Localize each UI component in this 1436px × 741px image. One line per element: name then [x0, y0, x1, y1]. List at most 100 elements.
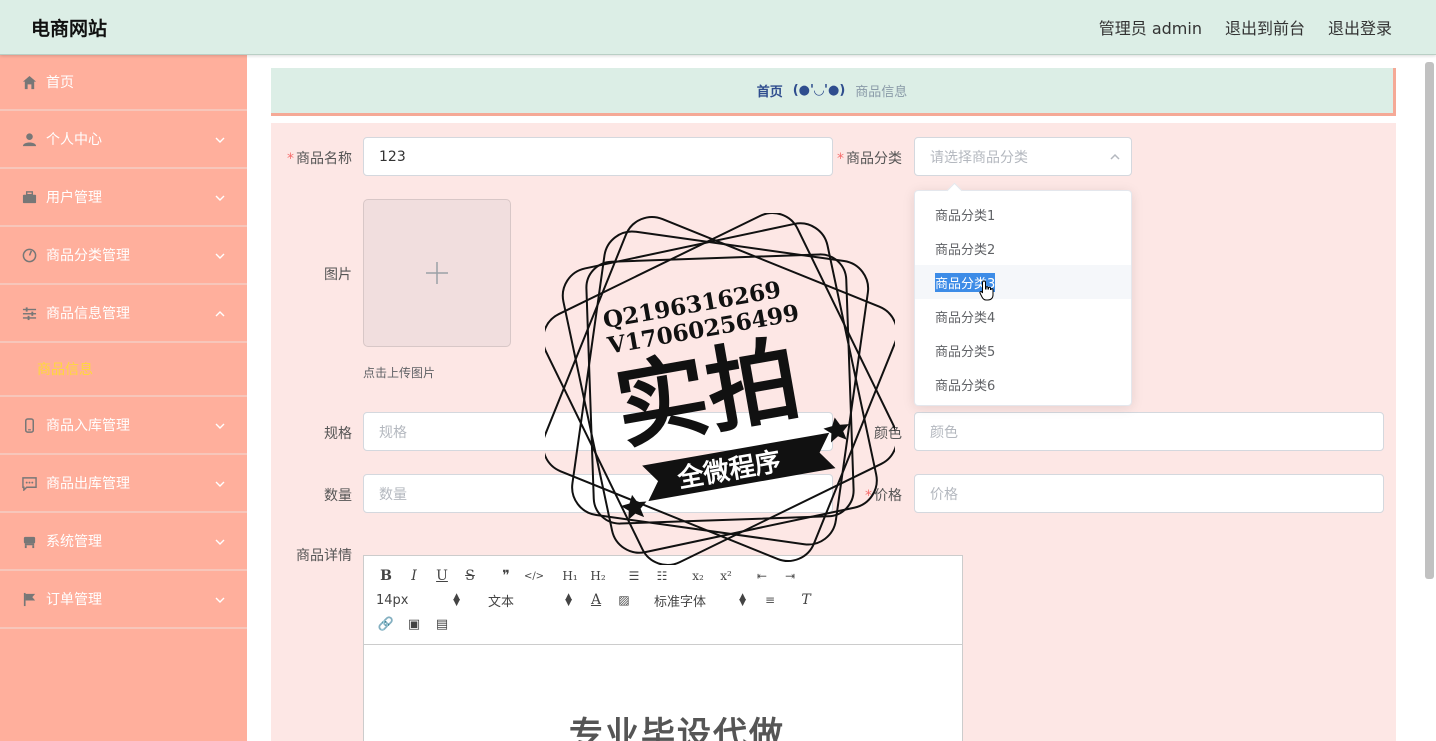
breadcrumb-separator: (●'◡'●) [792, 83, 846, 98]
breadcrumb-home[interactable]: 首页 [757, 81, 783, 100]
sidebar-item-label: 用户管理 [46, 190, 102, 206]
chat-icon [21, 475, 37, 491]
sliders-icon [21, 305, 37, 321]
sidebar-item-stock-out[interactable]: 商品出库管理 [0, 455, 247, 513]
align-icon[interactable]: ≡ [760, 590, 780, 610]
detail-label: 商品详情 [296, 548, 352, 564]
sidebar-item-label: 商品出库管理 [46, 476, 130, 492]
underline-icon[interactable]: U [432, 566, 452, 586]
font-family-select[interactable]: 标准字体 ▲ ▼ [654, 590, 746, 610]
sidebar-item-label: 系统管理 [46, 534, 102, 550]
sidebar-item-label: 商品入库管理 [46, 418, 130, 434]
chair-icon [21, 533, 37, 549]
chevron-down-icon [215, 133, 225, 143]
qty-input[interactable]: 数量 [363, 474, 833, 513]
logout-link[interactable]: 退出登录 [1328, 15, 1392, 39]
subscript-icon[interactable]: x₂ [688, 566, 708, 586]
chevron-down-icon [215, 535, 225, 545]
dropdown-option[interactable]: 商品分类4 [915, 299, 1131, 333]
category-label: * 商品分类 [837, 151, 902, 167]
site-title: 电商网站 [31, 18, 108, 40]
name-input[interactable]: 123 [363, 137, 833, 176]
breadcrumb: 首页 (●'◡'●) 商品信息 [271, 68, 1396, 116]
briefcase-icon [21, 189, 37, 205]
code-icon[interactable]: </> [524, 566, 544, 586]
color-input[interactable]: 颜色 [914, 412, 1384, 451]
sidebar-item-stock-in[interactable]: 商品入库管理 [0, 397, 247, 455]
spec-input[interactable]: 规格 [363, 412, 833, 451]
gauge-icon [21, 247, 37, 263]
chevron-down-icon [215, 191, 225, 201]
image-icon[interactable]: ▣ [404, 614, 424, 634]
chevron-up-icon [215, 307, 225, 317]
sidebar-item-profile[interactable]: 个人中心 [0, 111, 247, 169]
chevron-down-icon [215, 419, 225, 429]
phone-icon [21, 417, 37, 433]
sidebar-item-users[interactable]: 用户管理 [0, 169, 247, 227]
background-color-icon[interactable]: ▨ [614, 590, 634, 610]
editor-body[interactable]: 专业毕设代做 [364, 645, 962, 741]
name-label: * 商品名称 [287, 151, 352, 167]
sidebar-item-product-info[interactable]: 商品信息管理 [0, 285, 247, 343]
sidebar-item-label: 个人中心 [46, 132, 102, 148]
text-type-select[interactable]: 文本 ▲ ▼ [488, 590, 572, 610]
blockquote-icon[interactable]: ❞ [496, 566, 516, 586]
outdent-icon[interactable]: ⇤ [752, 566, 772, 586]
color-label: 颜色 [874, 426, 902, 442]
dropdown-option[interactable]: 商品分类2 [915, 231, 1131, 265]
hand-cursor-icon [979, 280, 994, 301]
vertical-scrollbar[interactable] [1425, 62, 1434, 579]
sidebar-item-system[interactable]: 系统管理 [0, 513, 247, 571]
font-size-select[interactable]: 14px ▲ ▼ [376, 590, 460, 610]
chevron-down-icon [215, 249, 225, 259]
user-icon [21, 131, 37, 147]
top-links: 管理员 admin 退出到前台 退出登录 [1099, 15, 1392, 39]
sidebar-item-label: 商品分类管理 [46, 248, 130, 264]
sidebar-subitem-product-info[interactable]: 商品信息 [0, 343, 247, 397]
rich-text-editor: B I U S ❞ </> H₁ H₂ ☰ ☷ x₂ x² ⇤ ⇥ 14px ▲ ▼… [363, 555, 963, 741]
font-color-icon[interactable]: A [586, 590, 606, 610]
clear-format-icon[interactable]: T [796, 590, 816, 610]
bold-icon[interactable]: B [376, 566, 396, 586]
price-label: * 价格 [865, 488, 902, 504]
flag-icon [21, 591, 37, 607]
sidebar: 首页 个人中心 用户管理 商品分类管理 商品信息管理 商品信息 商品入库管理 商… [0, 55, 247, 741]
image-label: 图片 [324, 267, 352, 283]
sidebar-item-home[interactable]: 首页 [0, 55, 247, 111]
price-input[interactable]: 价格 [914, 474, 1384, 513]
home-icon [21, 74, 37, 90]
dropdown-option[interactable]: 商品分类5 [915, 333, 1131, 367]
breadcrumb-current: 商品信息 [855, 85, 908, 100]
video-icon[interactable]: ▤ [432, 614, 452, 634]
sidebar-item-categories[interactable]: 商品分类管理 [0, 227, 247, 285]
upload-tip: 点击上传图片 [363, 366, 436, 380]
spec-label: 规格 [324, 426, 352, 442]
sidebar-item-orders[interactable]: 订单管理 [0, 571, 247, 629]
h1-icon[interactable]: H₁ [560, 566, 580, 586]
admin-label: 管理员 admin [1098, 19, 1202, 38]
link-icon[interactable]: 🔗 [376, 614, 396, 634]
sidebar-item-label: 商品信息管理 [46, 306, 130, 322]
indent-icon[interactable]: ⇥ [780, 566, 800, 586]
dropdown-option[interactable]: 商品分类6 [915, 367, 1131, 401]
category-select[interactable]: 请选择商品分类 [914, 137, 1132, 176]
image-upload[interactable] [363, 199, 511, 347]
plus-icon [426, 262, 448, 284]
editor-body-text: 专业毕设代做 [569, 715, 785, 741]
superscript-icon[interactable]: x² [716, 566, 736, 586]
dropdown-option[interactable]: 商品分类1 [915, 197, 1131, 231]
dropdown-option-hovered[interactable]: 商品分类3 [915, 265, 1131, 299]
ordered-list-icon[interactable]: ☰ [624, 566, 644, 586]
to-front-link[interactable]: 退出到前台 [1225, 15, 1305, 39]
chevron-down-icon [215, 593, 225, 603]
chevron-up-icon [1109, 151, 1121, 163]
strikethrough-icon[interactable]: S [460, 566, 480, 586]
category-dropdown: 商品分类1 商品分类2 商品分类3 商品分类4 商品分类5 商品分类6 [914, 190, 1132, 406]
chevron-down-icon [215, 477, 225, 487]
sidebar-item-label: 订单管理 [46, 592, 102, 608]
h2-icon[interactable]: H₂ [588, 566, 608, 586]
bullet-list-icon[interactable]: ☷ [652, 566, 672, 586]
italic-icon[interactable]: I [404, 566, 424, 586]
sidebar-item-label: 首页 [46, 75, 74, 91]
top-header: 电商网站 管理员 admin 退出到前台 退出登录 [0, 0, 1436, 55]
